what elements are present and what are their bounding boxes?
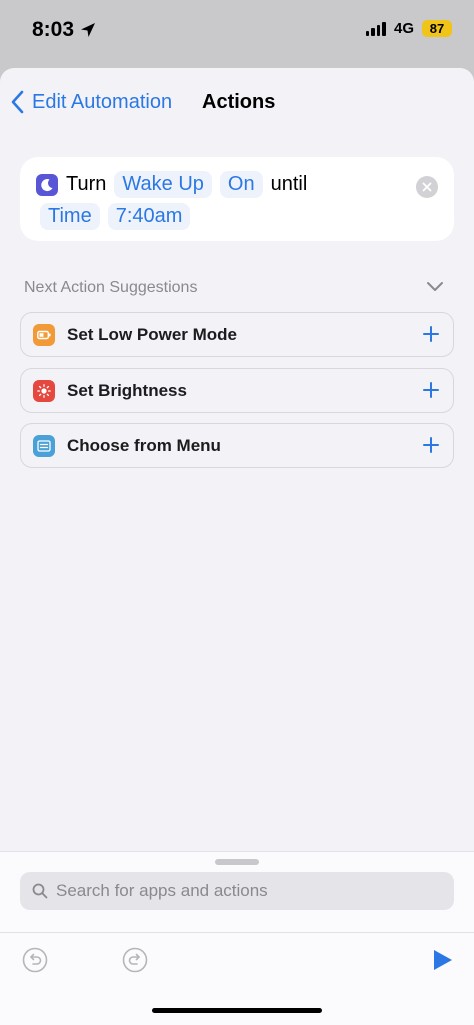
clock-text: 8:03	[32, 18, 75, 41]
search-placeholder: Search for apps and actions	[56, 881, 268, 900]
chevron-down-icon[interactable]	[426, 280, 444, 292]
battery-icon	[33, 323, 55, 346]
back-label: Edit Automation	[32, 90, 173, 113]
suggestion-set-brightness[interactable]: Set Brightness	[20, 368, 454, 413]
search-input[interactable]: Search for apps and actions	[20, 872, 454, 910]
play-icon[interactable]	[430, 948, 454, 972]
bottom-panel: Search for apps and actions	[0, 851, 474, 1025]
action-row-2: Time 7:40am	[40, 203, 191, 230]
status-indicators: 4G 87	[365, 20, 452, 37]
action-verb: Turn	[66, 173, 107, 195]
suggestions-header: Next Action Suggestions	[24, 279, 198, 296]
suggestion-choose-from-menu[interactable]: Choose from Menu	[20, 423, 454, 468]
state-parameter[interactable]: On	[219, 171, 263, 198]
focus-action-card: Turn Wake Up On until Time 7:40am	[20, 157, 454, 241]
actions-sheet: Edit Automation Actions Turn Wake Up On …	[0, 68, 474, 1025]
page-title: Actions	[202, 91, 276, 113]
redo-icon[interactable]	[122, 947, 148, 973]
navigation-bar: Edit Automation Actions	[0, 68, 474, 140]
condition-parameter[interactable]: Time	[40, 203, 100, 230]
brightness-icon	[33, 379, 55, 402]
suggestion-label: Set Brightness	[67, 380, 187, 400]
suggestion-label: Choose from Menu	[67, 435, 221, 455]
battery-indicator: 87	[422, 20, 452, 37]
home-indicator	[152, 1008, 322, 1013]
back-button[interactable]: Edit Automation	[10, 90, 172, 114]
status-bar: 8:03 4G 87	[0, 0, 474, 62]
cellular-signal-icon	[365, 21, 386, 36]
location-arrow-icon	[81, 23, 96, 37]
time-parameter[interactable]: 7:40am	[107, 203, 191, 230]
toolbar-divider	[0, 932, 474, 933]
undo-icon[interactable]	[22, 947, 48, 973]
remove-action-button[interactable]	[416, 176, 438, 198]
close-icon	[422, 182, 432, 192]
add-icon[interactable]	[421, 380, 441, 400]
moon-icon	[36, 173, 58, 196]
menu-icon	[33, 434, 55, 457]
chevron-left-icon	[11, 90, 24, 114]
add-icon[interactable]	[421, 435, 441, 455]
suggestion-set-low-power-mode[interactable]: Set Low Power Mode	[20, 312, 454, 357]
suggestion-label: Set Low Power Mode	[67, 324, 238, 344]
network-type: 4G	[393, 20, 414, 37]
action-row-1: Turn Wake Up On until	[36, 171, 307, 198]
add-icon[interactable]	[421, 324, 441, 344]
status-time: 8:03	[32, 18, 96, 42]
focus-parameter[interactable]: Wake Up	[114, 171, 212, 198]
search-icon	[32, 883, 48, 899]
action-connector: until	[270, 173, 308, 195]
sheet-grabber[interactable]	[215, 859, 259, 865]
